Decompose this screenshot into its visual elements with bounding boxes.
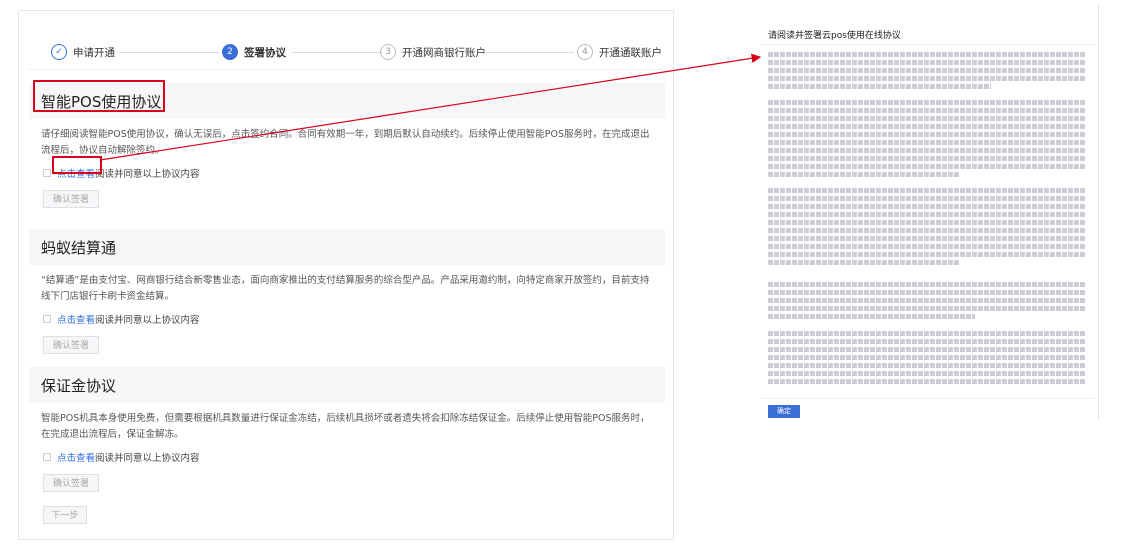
agreement-paragraph [768, 100, 1086, 180]
agreement-paragraph [768, 331, 1086, 387]
modal-confirm-button[interactable]: 确定 [768, 405, 800, 418]
modal-title-divider [762, 44, 1094, 45]
modal-title: 请阅读并签署云pos使用在线协议 [768, 31, 901, 41]
modal-footer-divider [762, 398, 1094, 399]
modal-divider [1098, 5, 1099, 420]
agreement-paragraph [768, 282, 1086, 322]
agreement-paragraph [768, 188, 1086, 268]
agreement-paragraph [768, 52, 1086, 92]
